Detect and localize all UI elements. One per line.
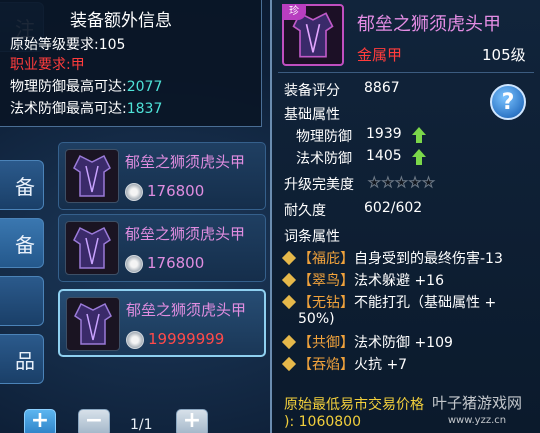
category-tab-label: 品 bbox=[15, 348, 35, 373]
magic-def-max-value: 1837 bbox=[126, 101, 163, 117]
diamond-bullet-icon bbox=[281, 356, 297, 372]
item-name: 郁垒之狮须虎头甲 bbox=[125, 153, 246, 171]
affix-row: 【翠鸟】法术躲避 +16 bbox=[298, 270, 444, 290]
affix-row-continued: 50%) bbox=[298, 311, 335, 327]
affix-name: 【福庇】 bbox=[298, 251, 354, 267]
affix-text: 法术防御 +109 bbox=[354, 335, 453, 351]
magic-def-value: 1405 bbox=[366, 148, 402, 164]
durability-label: 耐久度 bbox=[284, 203, 326, 219]
affix-text: 自身受到的最终伤害-13 bbox=[354, 251, 503, 267]
up-arrow-icon bbox=[412, 127, 426, 143]
min-price-note: 原始最低易市交易价格 bbox=[284, 397, 424, 413]
list-item[interactable]: 郁垒之狮须虎头甲 176800 bbox=[58, 214, 266, 282]
affix-text: 火抗 +7 bbox=[354, 357, 408, 373]
item-price: 19999999 bbox=[148, 330, 225, 348]
diamond-bullet-icon bbox=[281, 272, 297, 288]
star-icon: ★ bbox=[368, 175, 382, 192]
item-name: 郁垒之狮须虎头甲 bbox=[126, 301, 247, 319]
category-tab-4[interactable] bbox=[0, 276, 44, 326]
affix-text: 不能打孔（基础属性 + bbox=[354, 295, 497, 311]
extra-info-popup: 装备额外信息 原始等级要求:105 职业要求:甲 物理防御最高可达:2077 法… bbox=[0, 0, 262, 127]
star-icon: ★ bbox=[422, 175, 436, 192]
up-arrow-icon bbox=[412, 149, 426, 165]
phys-def-label: 物理防御 bbox=[296, 129, 352, 145]
category-tab-label: 备 bbox=[15, 232, 35, 257]
magic-def-label: 法术防御 bbox=[296, 151, 352, 167]
min-price-value: ): 1060800 bbox=[284, 414, 361, 430]
watermark-url: www.yzz.cn bbox=[447, 415, 507, 426]
item-type: 金属甲 bbox=[357, 46, 403, 64]
list-item-selected[interactable]: 郁垒之狮须虎头甲 19999999 bbox=[58, 289, 266, 357]
phys-def-max: 物理防御最高可达:2077 bbox=[10, 76, 162, 96]
job-requirement: 职业要求:甲 bbox=[10, 57, 85, 73]
rare-badge: 珍 bbox=[282, 4, 306, 20]
category-tab-2[interactable]: 备 bbox=[0, 160, 44, 210]
site-watermark: 叶子猪游戏网 www.yzz.cn bbox=[418, 392, 536, 430]
phys-def-value: 1939 bbox=[366, 126, 402, 142]
pager: + − 1/1 + bbox=[22, 405, 262, 433]
affix-row: 【无钻】不能打孔（基础属性 + bbox=[298, 292, 496, 312]
armor-icon bbox=[66, 297, 120, 351]
prev-page-button[interactable]: − bbox=[78, 409, 110, 433]
diamond-bullet-icon bbox=[281, 294, 297, 310]
add-button[interactable]: + bbox=[24, 409, 56, 433]
level-requirement: 原始等级要求:105 bbox=[10, 37, 126, 53]
star-icon: ★ bbox=[381, 175, 396, 192]
durability-value: 602/602 bbox=[364, 200, 423, 216]
list-item[interactable]: 郁垒之狮须虎头甲 176800 bbox=[58, 142, 266, 210]
item-name: 郁垒之狮须虎头甲 bbox=[125, 225, 246, 243]
item-detail-panel: 珍 郁垒之狮须虎头甲 金属甲 105级 装备评分 8867 ? 基础属性 物理防… bbox=[270, 0, 540, 433]
affix-row: 【共御】法术防御 +109 bbox=[298, 332, 453, 352]
item-thumbnail: 珍 bbox=[282, 4, 344, 66]
category-tab-5[interactable]: 品 bbox=[0, 334, 44, 384]
star-icon: ★ bbox=[395, 175, 409, 192]
item-price: 176800 bbox=[147, 182, 205, 200]
affix-text: 法术躲避 +16 bbox=[354, 273, 444, 289]
item-price: 176800 bbox=[147, 254, 205, 272]
affix-text: 50%) bbox=[298, 311, 335, 327]
armor-icon bbox=[65, 221, 119, 275]
score-label: 装备评分 bbox=[284, 83, 340, 99]
diamond-bullet-icon bbox=[281, 334, 297, 350]
affix-row: 【吞焰】火抗 +7 bbox=[298, 354, 407, 374]
affix-name: 【翠鸟】 bbox=[298, 273, 354, 289]
next-page-button[interactable]: + bbox=[176, 409, 208, 433]
perfection-label: 升级完美度 bbox=[284, 177, 354, 193]
phys-def-max-label: 物理防御最高可达: bbox=[10, 79, 127, 95]
magic-def-max-label: 法术防御最高可达: bbox=[10, 101, 127, 117]
item-level: 105级 bbox=[482, 46, 526, 64]
silver-coin-icon bbox=[125, 255, 143, 273]
perfection-stars: ★★★★★ bbox=[368, 175, 436, 192]
magic-def-max: 法术防御最高可达:1837 bbox=[10, 98, 162, 118]
affix-row: 【福庇】自身受到的最终伤害-13 bbox=[298, 248, 503, 268]
phys-def-max-value: 2077 bbox=[126, 79, 163, 95]
diamond-bullet-icon bbox=[281, 250, 297, 266]
category-tab-label: 备 bbox=[15, 174, 35, 199]
help-button[interactable]: ? bbox=[490, 84, 526, 120]
silver-coin-icon bbox=[125, 183, 143, 201]
affix-name: 【共御】 bbox=[298, 335, 354, 351]
affix-name: 【无钻】 bbox=[298, 295, 354, 311]
popup-title: 装备额外信息 bbox=[70, 11, 172, 31]
page-indicator: 1/1 bbox=[130, 417, 153, 433]
item-title: 郁垒之狮须虎头甲 bbox=[357, 14, 501, 35]
category-tab-3[interactable]: 备 bbox=[0, 218, 44, 268]
armor-icon bbox=[65, 149, 119, 203]
score-value: 8867 bbox=[364, 80, 400, 96]
watermark-title: 叶子猪游戏网 bbox=[431, 394, 522, 412]
silver-coin-icon bbox=[126, 331, 144, 349]
affix-label: 词条属性 bbox=[284, 229, 340, 245]
base-attr-label: 基础属性 bbox=[284, 107, 340, 123]
affix-name: 【吞焰】 bbox=[298, 357, 354, 373]
star-icon: ★ bbox=[408, 175, 423, 192]
divider bbox=[278, 72, 534, 73]
